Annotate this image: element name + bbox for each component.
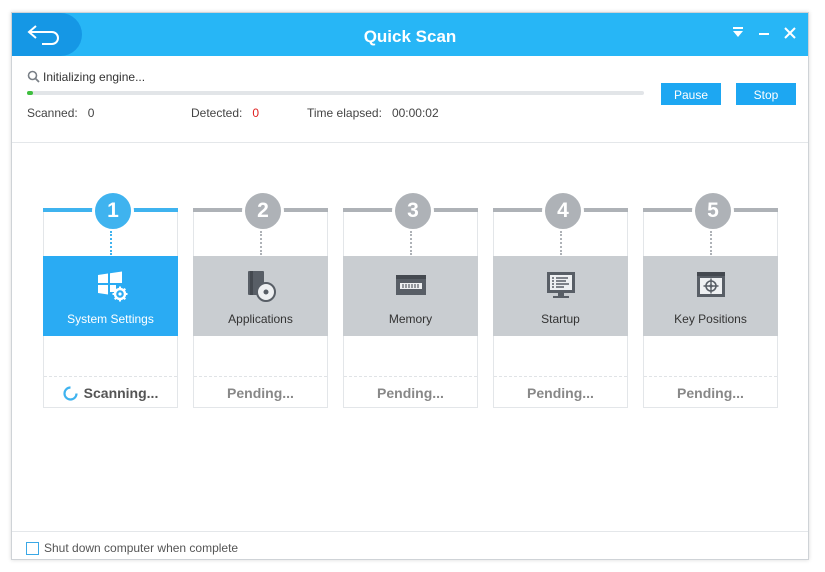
scan-steps: 1 System Settings Scanning... 2 Applicat…: [12, 143, 808, 533]
step-state: Pending...: [494, 385, 627, 401]
step-state: Pending...: [644, 385, 777, 401]
detected-stat: Detected: 0: [191, 106, 259, 120]
step-tile: System Settings: [43, 256, 178, 336]
step-label: Key Positions: [674, 312, 747, 326]
step-divider: [194, 376, 327, 377]
step-label: System Settings: [67, 312, 154, 326]
status-message-row: Initializing engine...: [27, 70, 145, 84]
scanned-value: 0: [87, 106, 95, 120]
scan-progress-fill: [27, 91, 34, 95]
step-state: Scanning...: [44, 385, 177, 401]
close-icon: [784, 27, 796, 39]
minimize-icon: [759, 33, 769, 35]
step-tile: Memory: [343, 256, 478, 336]
step-state: Pending...: [194, 385, 327, 401]
step-number: 2: [242, 190, 284, 232]
pause-button[interactable]: Pause: [661, 83, 721, 105]
back-button[interactable]: [12, 13, 82, 56]
step-number: 5: [692, 190, 734, 232]
elapsed-label: Time elapsed:: [307, 106, 382, 120]
detected-value: 0: [252, 106, 260, 120]
step-divider: [644, 376, 777, 377]
status-message: Initializing engine...: [43, 70, 146, 84]
elapsed-value: 00:00:02: [391, 106, 439, 120]
step-connector: [260, 231, 262, 255]
step-tile: Key Positions: [643, 256, 778, 336]
step-startup: 4 Startup Pending...: [493, 190, 628, 408]
scanned-stat: Scanned: 0: [27, 106, 94, 120]
step-memory: 3 Memory Pending...: [343, 190, 478, 408]
quick-scan-window: Quick Scan Initializing engine... Pause …: [11, 12, 809, 560]
close-button[interactable]: [781, 24, 799, 42]
step-label: Memory: [388, 312, 433, 326]
step-system-settings: 1 System Settings Scanning...: [43, 190, 178, 408]
step-connector: [560, 231, 562, 255]
step-tile: Startup: [493, 256, 628, 336]
dropdown-menu-button[interactable]: [729, 24, 747, 42]
step-number: 4: [542, 190, 584, 232]
step-state: Pending...: [344, 385, 477, 401]
back-arrow-icon: [27, 25, 59, 45]
detected-label: Detected:: [191, 106, 243, 120]
shutdown-label[interactable]: Shut down computer when complete: [44, 541, 238, 555]
step-number: 1: [92, 190, 134, 232]
spinner-icon: [63, 386, 78, 401]
step-key-positions: 5 Key Positions Pending...: [643, 190, 778, 408]
step-label: Startup: [541, 312, 580, 326]
elapsed-stat: Time elapsed: 00:00:02: [307, 106, 439, 120]
footer: Shut down computer when complete: [12, 531, 808, 559]
key-positions-icon: [696, 272, 725, 297]
step-state-text: Scanning...: [83, 385, 159, 401]
windows-settings-icon: [97, 271, 127, 302]
step-divider: [494, 376, 627, 377]
step-tile: Applications: [193, 256, 328, 336]
step-state-text: Pending...: [227, 385, 294, 401]
memory-icon: [395, 275, 426, 295]
step-state-text: Pending...: [377, 385, 444, 401]
window-title: Quick Scan: [363, 27, 457, 46]
title-bar: Quick Scan: [12, 13, 808, 56]
startup-icon: [546, 272, 575, 298]
step-label: Applications: [228, 312, 293, 326]
step-state-text: Pending...: [527, 385, 594, 401]
search-icon: [27, 70, 40, 83]
scan-status-panel: Initializing engine... Pause Stop Scanne…: [12, 56, 808, 143]
step-connector: [110, 231, 112, 255]
step-state-text: Pending...: [677, 385, 744, 401]
scanned-label: Scanned:: [27, 106, 78, 120]
step-divider: [344, 376, 477, 377]
step-divider: [44, 376, 177, 377]
step-connector: [710, 231, 712, 255]
stop-button[interactable]: Stop: [736, 83, 796, 105]
applications-icon: [247, 271, 276, 302]
scan-progress-bar: [27, 91, 644, 95]
shutdown-checkbox[interactable]: [26, 542, 39, 555]
step-number: 3: [392, 190, 434, 232]
dropdown-icon: [733, 27, 743, 37]
step-connector: [410, 231, 412, 255]
minimize-button[interactable]: [755, 24, 773, 42]
step-applications: 2 Applications Pending...: [193, 190, 328, 408]
